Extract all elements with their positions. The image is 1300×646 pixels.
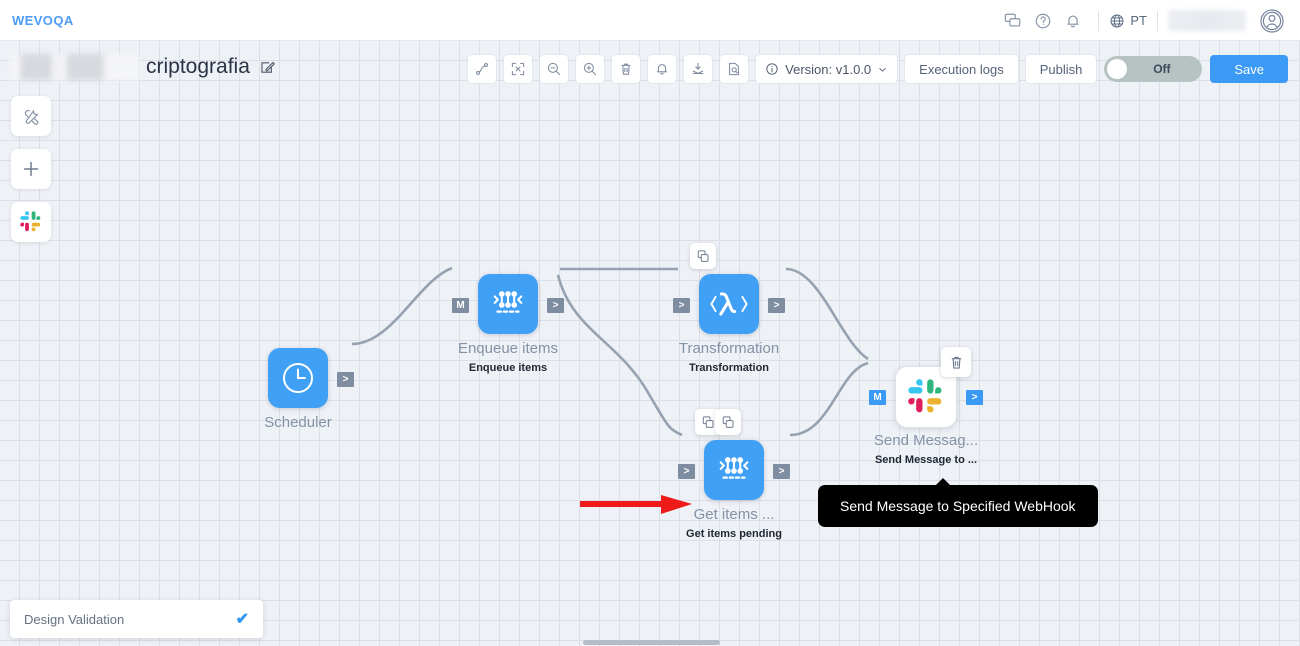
curve-tool-icon[interactable] (468, 55, 496, 83)
node-send-message-slack-input-handle[interactable]: M (869, 390, 886, 405)
node-get-items-pending-input-handle[interactable]: > (678, 464, 695, 479)
top-bar: WEVOQA (0, 0, 1300, 41)
publish-button[interactable]: Publish (1026, 55, 1097, 83)
canvas-toolbar: Version: v1.0.0 Execution logs Publish O… (468, 55, 1288, 83)
workflow-editor: WEVOQA (0, 0, 1300, 646)
red-arrow-annotation (575, 491, 700, 523)
node-transformation-output-handle[interactable]: > (768, 298, 785, 313)
design-validation-label: Design Validation (24, 612, 124, 627)
node-get-items-pending-subtitle: Get items pending (686, 528, 782, 540)
version-label: Version: v1.0.0 (785, 62, 871, 77)
workflow-edges (0, 41, 1300, 646)
bell-icon[interactable] (1058, 6, 1088, 36)
node-get-items-pending-output-handle[interactable]: > (773, 464, 790, 479)
language-label: PT (1130, 13, 1147, 28)
workflow-canvas[interactable]: criptografia (0, 41, 1300, 646)
top-bar-actions: PT (998, 0, 1286, 41)
add-node-icon[interactable] (11, 149, 51, 189)
zoom-out-icon[interactable] (540, 55, 568, 83)
inspect-document-icon[interactable] (720, 55, 748, 83)
export-icon[interactable] (684, 55, 712, 83)
tools-icon[interactable] (11, 96, 51, 136)
queue-icon (713, 449, 755, 491)
node-transformation-title: Transformation (679, 340, 779, 357)
help-icon[interactable] (1028, 6, 1058, 36)
node-tooltip: Send Message to Specified WebHook (818, 485, 1098, 527)
node-enqueue-items-subtitle: Enqueue items (469, 362, 547, 374)
activation-toggle[interactable]: Off (1104, 56, 1202, 82)
brand-logo[interactable]: WEVOQA (12, 13, 74, 28)
edit-title-icon[interactable] (259, 59, 276, 76)
language-selector[interactable]: PT (1109, 13, 1147, 29)
lambda-icon (707, 284, 751, 324)
divider (1098, 11, 1099, 31)
node-send-message-slack[interactable]: M > Send Messag... Send Message to ... (895, 366, 957, 428)
avatar[interactable] (1258, 7, 1286, 35)
queue-icon (487, 283, 529, 325)
save-button[interactable]: Save (1210, 55, 1288, 83)
node-get-items-pending-box[interactable] (704, 440, 764, 500)
get-items-copy-icon-2[interactable] (715, 409, 741, 435)
page-title: criptografia (146, 55, 250, 79)
node-scheduler-title: Scheduler (264, 414, 332, 431)
node-send-message-slack-output-handle[interactable]: > (966, 390, 983, 405)
node-scheduler-output-handle[interactable]: > (337, 372, 354, 387)
user-name-redacted (1168, 10, 1246, 31)
chevron-down-icon (877, 64, 888, 75)
node-enqueue-items-output-handle[interactable]: > (547, 298, 564, 313)
node-get-items-pending-title: Get items ... (694, 506, 775, 523)
slack-icon (906, 377, 946, 417)
delete-icon[interactable] (612, 55, 640, 83)
slack-logo (19, 210, 43, 234)
design-validation-status: ✔ (236, 609, 249, 629)
horizontal-scrollbar[interactable] (583, 640, 720, 645)
slack-delete-icon[interactable] (941, 347, 971, 377)
transformation-copy-icon[interactable] (690, 243, 716, 269)
node-scheduler[interactable]: > Scheduler (268, 348, 328, 408)
node-transformation-subtitle: Transformation (689, 362, 769, 374)
fit-screen-icon[interactable] (504, 55, 532, 83)
node-enqueue-items-box[interactable] (478, 274, 538, 334)
node-transformation[interactable]: > > Transformation Transformation (699, 274, 759, 334)
execution-logs-button[interactable]: Execution logs (905, 55, 1018, 83)
design-validation-panel[interactable]: Design Validation ✔ (10, 600, 263, 638)
node-send-message-slack-subtitle: Send Message to ... (875, 454, 977, 466)
node-transformation-input-handle[interactable]: > (673, 298, 690, 313)
node-enqueue-items-title: Enqueue items (458, 340, 558, 357)
globe-icon (1109, 13, 1125, 29)
workflow-title-prefix-redacted (10, 54, 140, 80)
version-selector[interactable]: Version: v1.0.0 (756, 55, 897, 83)
info-icon (765, 62, 779, 76)
toggle-knob (1107, 59, 1127, 79)
node-enqueue-items[interactable]: M > Enqueue items Enqueue items (478, 274, 538, 334)
left-rail (11, 96, 51, 242)
alert-icon[interactable] (648, 55, 676, 83)
zoom-in-icon[interactable] (576, 55, 604, 83)
slack-icon[interactable] (11, 202, 51, 242)
chat-icon[interactable] (998, 6, 1028, 36)
node-send-message-slack-title: Send Messag... (874, 432, 978, 449)
node-enqueue-items-input-handle[interactable]: M (452, 298, 469, 313)
node-scheduler-box[interactable] (268, 348, 328, 408)
clock-icon (278, 358, 318, 398)
workflow-title-row: criptografia (10, 54, 276, 80)
node-get-items-pending[interactable]: > > Get items ... Get items pending (704, 440, 764, 500)
toggle-label: Off (1127, 62, 1202, 76)
node-transformation-box[interactable] (699, 274, 759, 334)
divider (1157, 11, 1158, 31)
